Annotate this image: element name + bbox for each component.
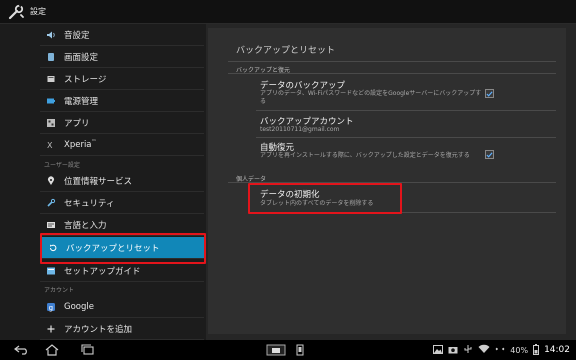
sidebar-item-label: 画面設定 <box>64 52 99 63</box>
pref-summary: アプリのデータ、Wi-Fiパスワードなどの設定をGoogleサーバーにバックアッ… <box>260 90 482 105</box>
clock: 14:02 <box>544 345 570 355</box>
recent-apps-icon[interactable] <box>80 344 96 356</box>
sidebar-item-label: セットアップガイド <box>64 266 141 277</box>
section-header-user: ユーザー設定 <box>44 162 80 169</box>
screenshot-icon[interactable] <box>292 344 308 356</box>
google-icon: g <box>46 302 56 312</box>
sidebar-item-add-account[interactable]: アカウントを追加 <box>40 318 204 340</box>
signal-icon <box>495 344 505 356</box>
pref-summary: test20110711@gmail.com <box>260 126 340 133</box>
usb-icon <box>463 344 473 356</box>
sidebar-item-label: アカウントを追加 <box>64 324 133 335</box>
sidebar-item-power[interactable]: 電源管理 <box>40 90 204 112</box>
settings-sidebar: 音設定 画面設定 ストレージ 電源管理 アプリ X Xperia™ ユーザー設定… <box>0 24 206 340</box>
sidebar-item-display[interactable]: 画面設定 <box>40 46 204 68</box>
sidebar-item-label: Xperia™ <box>64 139 97 150</box>
tablet-icon <box>46 52 56 62</box>
detail-panel: バックアップとリセット バックアップと復元 データのバックアップ アプリのデータ… <box>208 28 566 334</box>
location-icon <box>46 175 56 186</box>
backup-data-checkbox[interactable] <box>485 89 494 98</box>
auto-restore-checkbox[interactable] <box>485 150 494 159</box>
language-icon <box>46 220 56 230</box>
sidebar-item-security[interactable]: セキュリティ <box>40 192 204 214</box>
sidebar-item-apps[interactable]: アプリ <box>40 112 204 134</box>
battery-icon <box>46 96 56 106</box>
sidebar-item-label: Google <box>64 301 94 312</box>
svg-text:X: X <box>47 141 53 150</box>
app-title: 設定 <box>30 7 46 16</box>
back-icon[interactable] <box>14 344 30 356</box>
detail-title: バックアップとリセット <box>236 46 336 56</box>
row-divider <box>256 137 556 138</box>
apps-icon <box>46 118 56 128</box>
system-bar: 40% 14:02 <box>0 340 576 360</box>
camera-icon <box>448 345 458 356</box>
sidebar-item-label: 音設定 <box>64 30 90 41</box>
speaker-icon <box>46 30 56 40</box>
section-divider <box>228 73 556 74</box>
sidebar-item-label: ストレージ <box>64 74 107 85</box>
home-icon[interactable] <box>44 344 60 356</box>
row-divider <box>256 110 556 111</box>
svg-text:g: g <box>49 304 53 312</box>
battery-level: 40% <box>510 345 529 355</box>
plus-icon <box>46 324 56 334</box>
highlight-box-factory-reset <box>248 183 402 214</box>
sidebar-item-location[interactable]: 位置情報サービス <box>40 170 204 192</box>
battery-icon <box>533 343 540 357</box>
highlight-box-backup-reset <box>40 233 206 264</box>
sidebar-item-label: アプリ <box>64 118 90 129</box>
sidebar-item-label: 位置情報サービス <box>64 176 133 187</box>
detail-pane: バックアップとリセット バックアップと復元 データのバックアップ アプリのデータ… <box>206 24 576 340</box>
small-app-icon[interactable] <box>264 344 288 356</box>
sidebar-item-label: 言語と入力 <box>64 220 107 231</box>
wrench-icon[interactable] <box>6 2 26 22</box>
storage-icon <box>46 74 56 84</box>
guide-icon <box>46 266 56 276</box>
lock-icon <box>46 198 56 208</box>
action-bar: 設定 <box>0 0 576 24</box>
section-header-account: アカウント <box>44 287 75 294</box>
sidebar-item-xperia[interactable]: X Xperia™ <box>40 134 204 156</box>
sidebar-item-sound[interactable]: 音設定 <box>40 24 204 46</box>
status-area[interactable]: 40% 14:02 <box>433 343 570 357</box>
title-divider <box>228 61 556 62</box>
xperia-icon: X <box>46 140 56 150</box>
sidebar-item-storage[interactable]: ストレージ <box>40 68 204 90</box>
pref-summary: アプリを再インストールする際に、バックアップした設定とデータを復元する <box>260 152 470 159</box>
sidebar-item-google[interactable]: g Google <box>40 296 204 318</box>
gallery-icon <box>433 344 444 356</box>
sidebar-item-label: セキュリティ <box>64 198 115 209</box>
sidebar-item-label: 電源管理 <box>64 96 99 107</box>
wifi-icon <box>478 344 490 356</box>
